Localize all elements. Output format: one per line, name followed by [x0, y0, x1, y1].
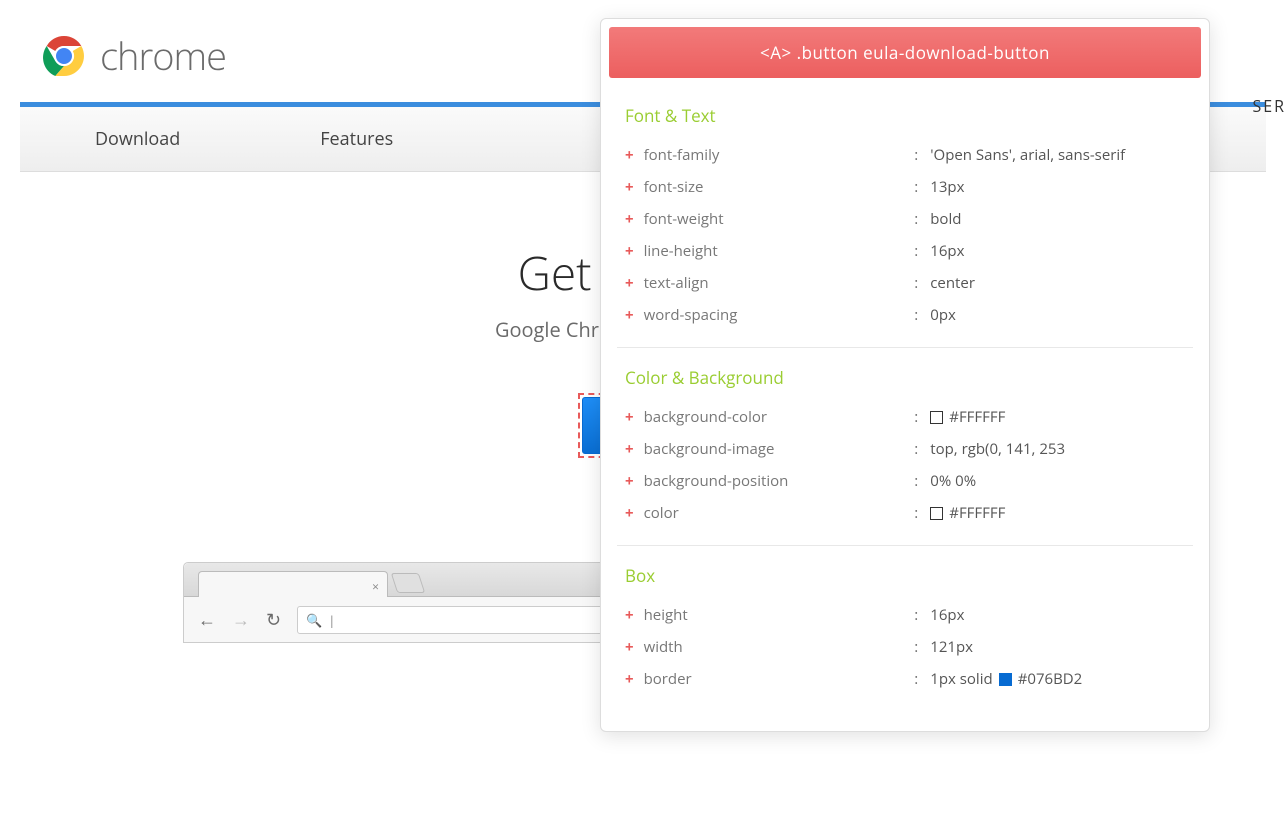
- nav-features[interactable]: Features: [240, 107, 453, 171]
- plus-icon: +: [625, 177, 634, 197]
- inspector-property-row[interactable]: + width:121px: [625, 631, 1185, 663]
- plus-icon: +: [625, 637, 634, 657]
- logo-text: chrome: [100, 30, 226, 82]
- property-name: border: [644, 669, 915, 689]
- color-swatch-icon: [930, 411, 943, 424]
- inspector-section-title: Color & Background: [625, 366, 1185, 389]
- plus-icon: +: [625, 439, 634, 459]
- property-value: :#FFFFFF: [914, 407, 1185, 427]
- inspector-property-row[interactable]: + border:1px solid#076BD2: [625, 663, 1185, 695]
- property-value: :center: [914, 273, 1185, 293]
- inspector-section: Font & Text + font-family:'Open Sans', ari…: [601, 86, 1209, 347]
- plus-icon: +: [625, 605, 634, 625]
- plus-icon: +: [625, 209, 634, 229]
- property-value: :0% 0%: [914, 471, 1185, 491]
- plus-icon: +: [625, 305, 634, 325]
- property-name: background-color: [644, 407, 915, 427]
- plus-icon: +: [625, 503, 634, 523]
- property-name: background-position: [644, 471, 915, 491]
- css-inspector-panel: <A> .button eula-download-button Font & …: [600, 18, 1210, 732]
- forward-icon[interactable]: →: [232, 608, 250, 632]
- nav-download[interactable]: Download: [20, 107, 240, 171]
- plus-icon: +: [625, 471, 634, 491]
- property-value: :bold: [914, 209, 1185, 229]
- property-value: :'Open Sans', arial, sans-serif: [914, 145, 1185, 165]
- property-name: width: [644, 637, 915, 657]
- inspector-property-row[interactable]: + background-image:top, rgb(0, 141, 253: [625, 433, 1185, 465]
- property-name: height: [644, 605, 915, 625]
- inspector-property-row[interactable]: + font-family:'Open Sans', arial, sans-se…: [625, 139, 1185, 171]
- color-swatch-icon: [930, 507, 943, 520]
- property-name: word-spacing: [644, 305, 915, 325]
- inspector-property-row[interactable]: + color:#FFFFFF: [625, 497, 1185, 529]
- color-swatch-icon: [999, 673, 1012, 686]
- inspector-property-row[interactable]: + line-height:16px: [625, 235, 1185, 267]
- inspector-section-title: Box: [625, 564, 1185, 587]
- inspector-property-row[interactable]: + word-spacing:0px: [625, 299, 1185, 331]
- reload-icon[interactable]: ↻: [266, 608, 281, 632]
- property-name: font-family: [644, 145, 915, 165]
- property-name: font-weight: [644, 209, 915, 229]
- logo[interactable]: chrome: [40, 30, 226, 82]
- browser-tab[interactable]: ×: [198, 571, 388, 597]
- property-value: :16px: [914, 605, 1185, 625]
- inspector-property-row[interactable]: + background-color:#FFFFFF: [625, 401, 1185, 433]
- inspector-property-row[interactable]: + height:16px: [625, 599, 1185, 631]
- partial-text-right: SER: [1252, 95, 1286, 117]
- property-name: color: [644, 503, 915, 523]
- new-tab-button[interactable]: [391, 573, 425, 593]
- inspector-section: Box + height:16px + width:121px + border:1px s…: [617, 545, 1193, 711]
- property-name: text-align: [644, 273, 915, 293]
- inspector-selector: <A> .button eula-download-button: [609, 27, 1201, 78]
- property-name: line-height: [644, 241, 915, 261]
- inspector-property-row[interactable]: + text-align:center: [625, 267, 1185, 299]
- back-icon[interactable]: ←: [198, 608, 216, 632]
- plus-icon: +: [625, 669, 634, 689]
- cursor-icon: |: [328, 611, 335, 629]
- inspector-property-row[interactable]: + font-size:13px: [625, 171, 1185, 203]
- inspector-property-row[interactable]: + font-weight:bold: [625, 203, 1185, 235]
- plus-icon: +: [625, 145, 634, 165]
- property-value: :13px: [914, 177, 1185, 197]
- property-name: background-image: [644, 439, 915, 459]
- plus-icon: +: [625, 273, 634, 293]
- chrome-icon: [40, 32, 88, 80]
- inspector-property-row[interactable]: + background-position:0% 0%: [625, 465, 1185, 497]
- property-name: font-size: [644, 177, 915, 197]
- property-value: :0px: [914, 305, 1185, 325]
- search-icon: 🔍: [306, 611, 322, 629]
- property-value: :16px: [914, 241, 1185, 261]
- close-icon[interactable]: ×: [372, 578, 379, 595]
- plus-icon: +: [625, 407, 634, 427]
- inspector-section-title: Font & Text: [625, 104, 1185, 127]
- property-value: :1px solid#076BD2: [914, 669, 1185, 689]
- inspector-section: Color & Background+background-color:#FFF…: [617, 347, 1193, 545]
- property-value: :121px: [914, 637, 1185, 657]
- property-value: :top, rgb(0, 141, 253: [914, 439, 1185, 459]
- plus-icon: +: [625, 241, 634, 261]
- property-value: :#FFFFFF: [914, 503, 1185, 523]
